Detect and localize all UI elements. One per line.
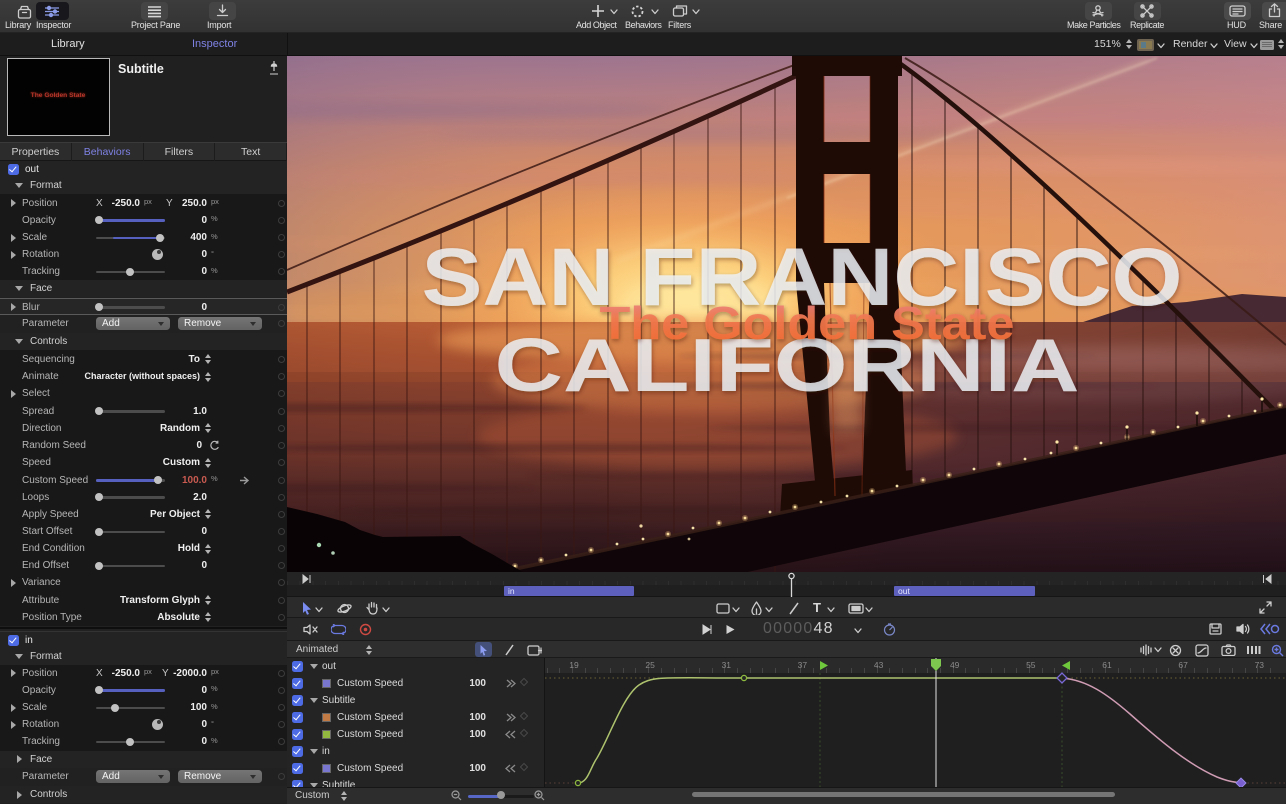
svg-text:The Golden State: The Golden State [600, 297, 1015, 349]
